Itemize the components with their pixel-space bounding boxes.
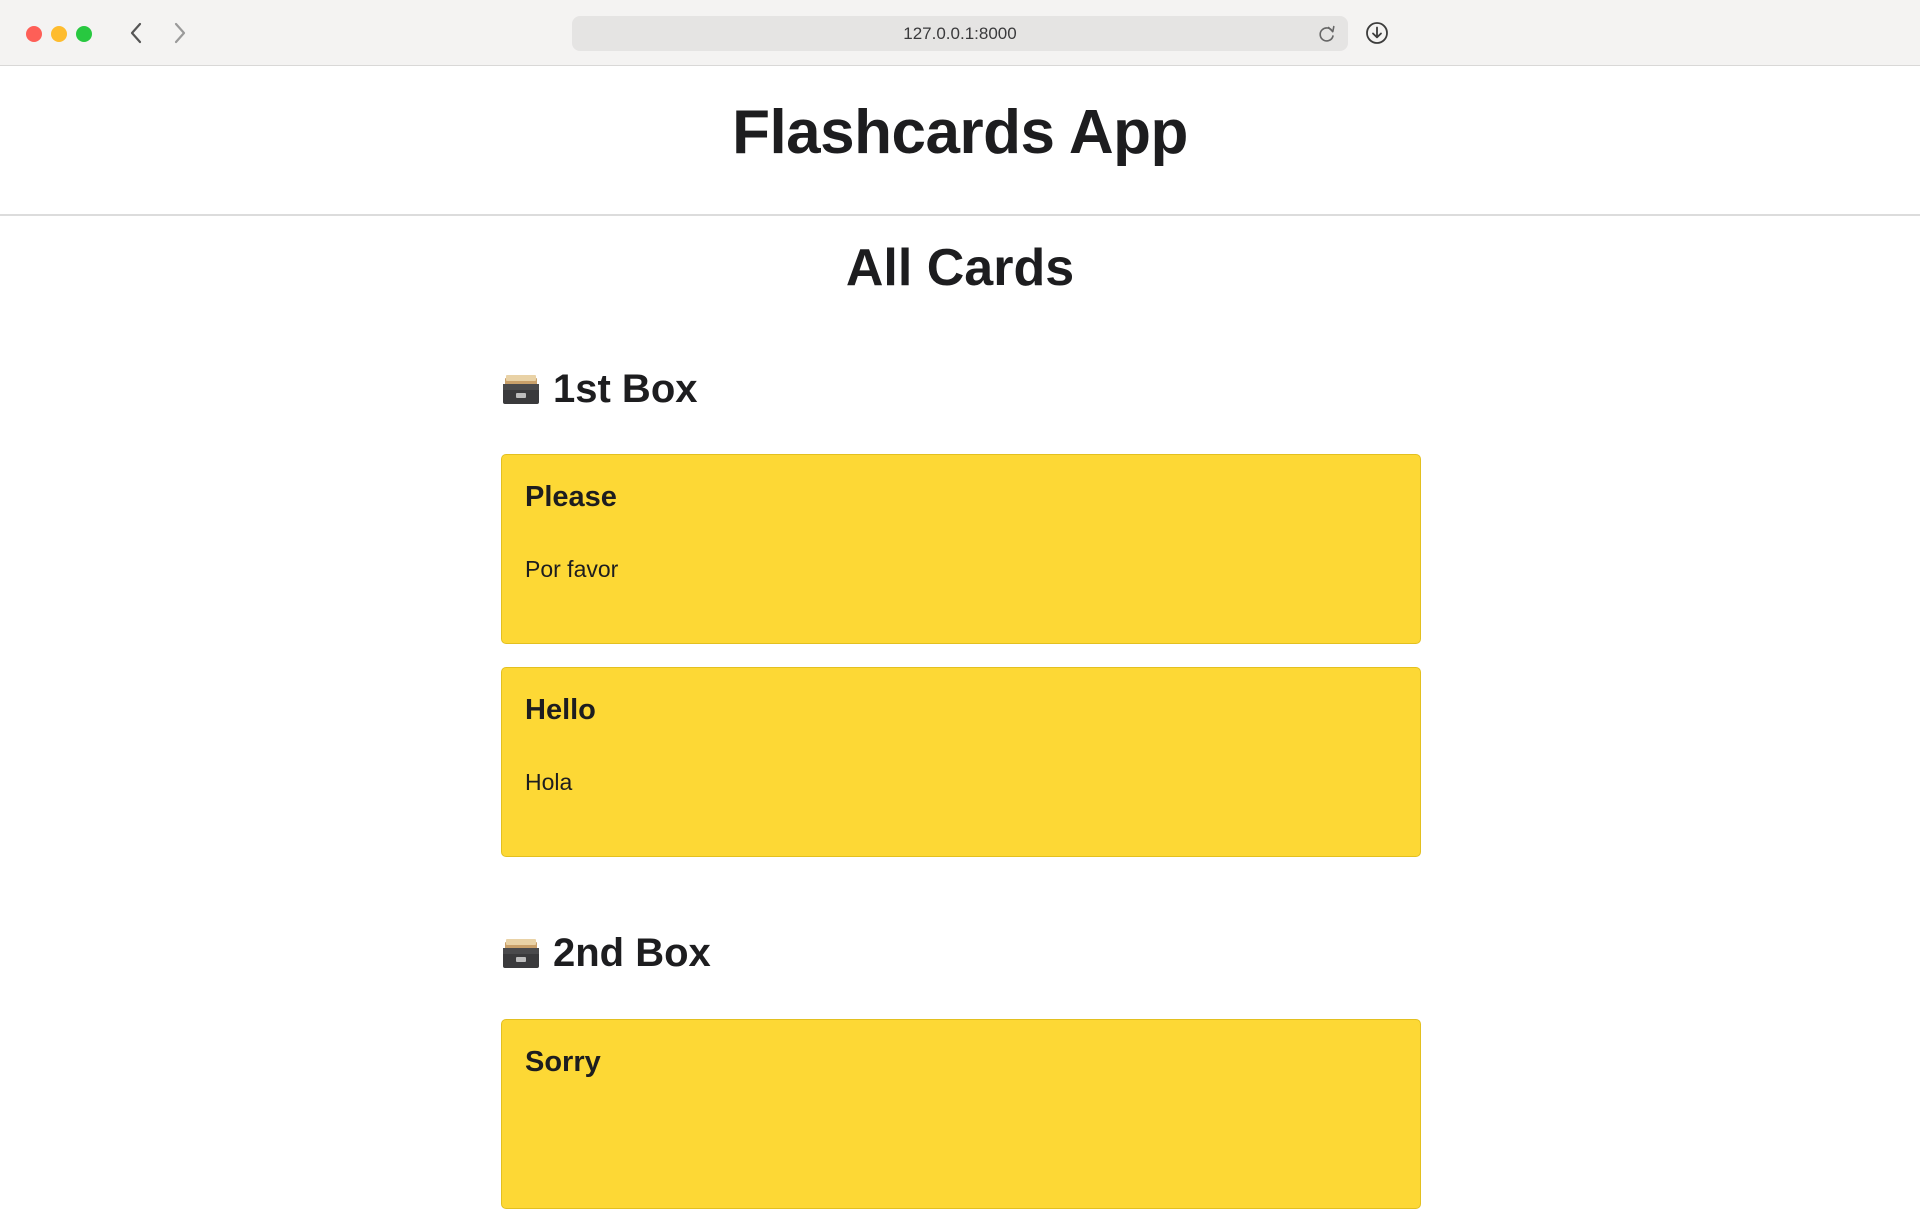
card-file-box-icon: [503, 375, 539, 404]
browser-toolbar: 127.0.0.1:8000: [0, 0, 1920, 66]
address-bar[interactable]: 127.0.0.1:8000: [572, 16, 1348, 51]
box-label: 1st Box: [553, 366, 698, 411]
card-front-text: Hello: [525, 694, 596, 726]
forward-button[interactable]: [165, 18, 195, 48]
url-text: 127.0.0.1:8000: [903, 23, 1017, 43]
page-header: Flashcards App: [0, 66, 1920, 216]
minimize-window-button[interactable]: [51, 26, 67, 42]
box-section: 2nd Box Sorry: [501, 924, 1421, 1209]
flashcard[interactable]: Hello Hola: [501, 667, 1421, 857]
card-file-box-icon: [503, 939, 539, 968]
card-front-text: Please: [525, 481, 617, 513]
card-back-text: Hola: [525, 769, 573, 795]
cards-list: 1st Box Please Por favor Hello Hola 2nd …: [501, 360, 1421, 1209]
box-section: 1st Box Please Por favor Hello Hola: [501, 360, 1421, 857]
zoom-window-button[interactable]: [76, 26, 92, 42]
flashcard[interactable]: Please Por favor: [501, 454, 1421, 644]
close-window-button[interactable]: [26, 26, 42, 42]
app-title: Flashcards App: [732, 97, 1188, 167]
card-front-text: Sorry: [525, 1046, 601, 1078]
chevron-left-icon: [130, 22, 142, 44]
section-title: All Cards: [845, 239, 1075, 297]
card-back-text: Por favor: [525, 556, 619, 582]
box-heading: 1st Box: [501, 360, 1421, 418]
chevron-right-icon: [174, 22, 186, 44]
download-icon[interactable]: [1365, 21, 1389, 45]
box-heading: 2nd Box: [501, 924, 1421, 982]
back-button[interactable]: [121, 18, 151, 48]
box-label: 2nd Box: [553, 930, 711, 975]
reload-icon[interactable]: [1316, 23, 1338, 45]
